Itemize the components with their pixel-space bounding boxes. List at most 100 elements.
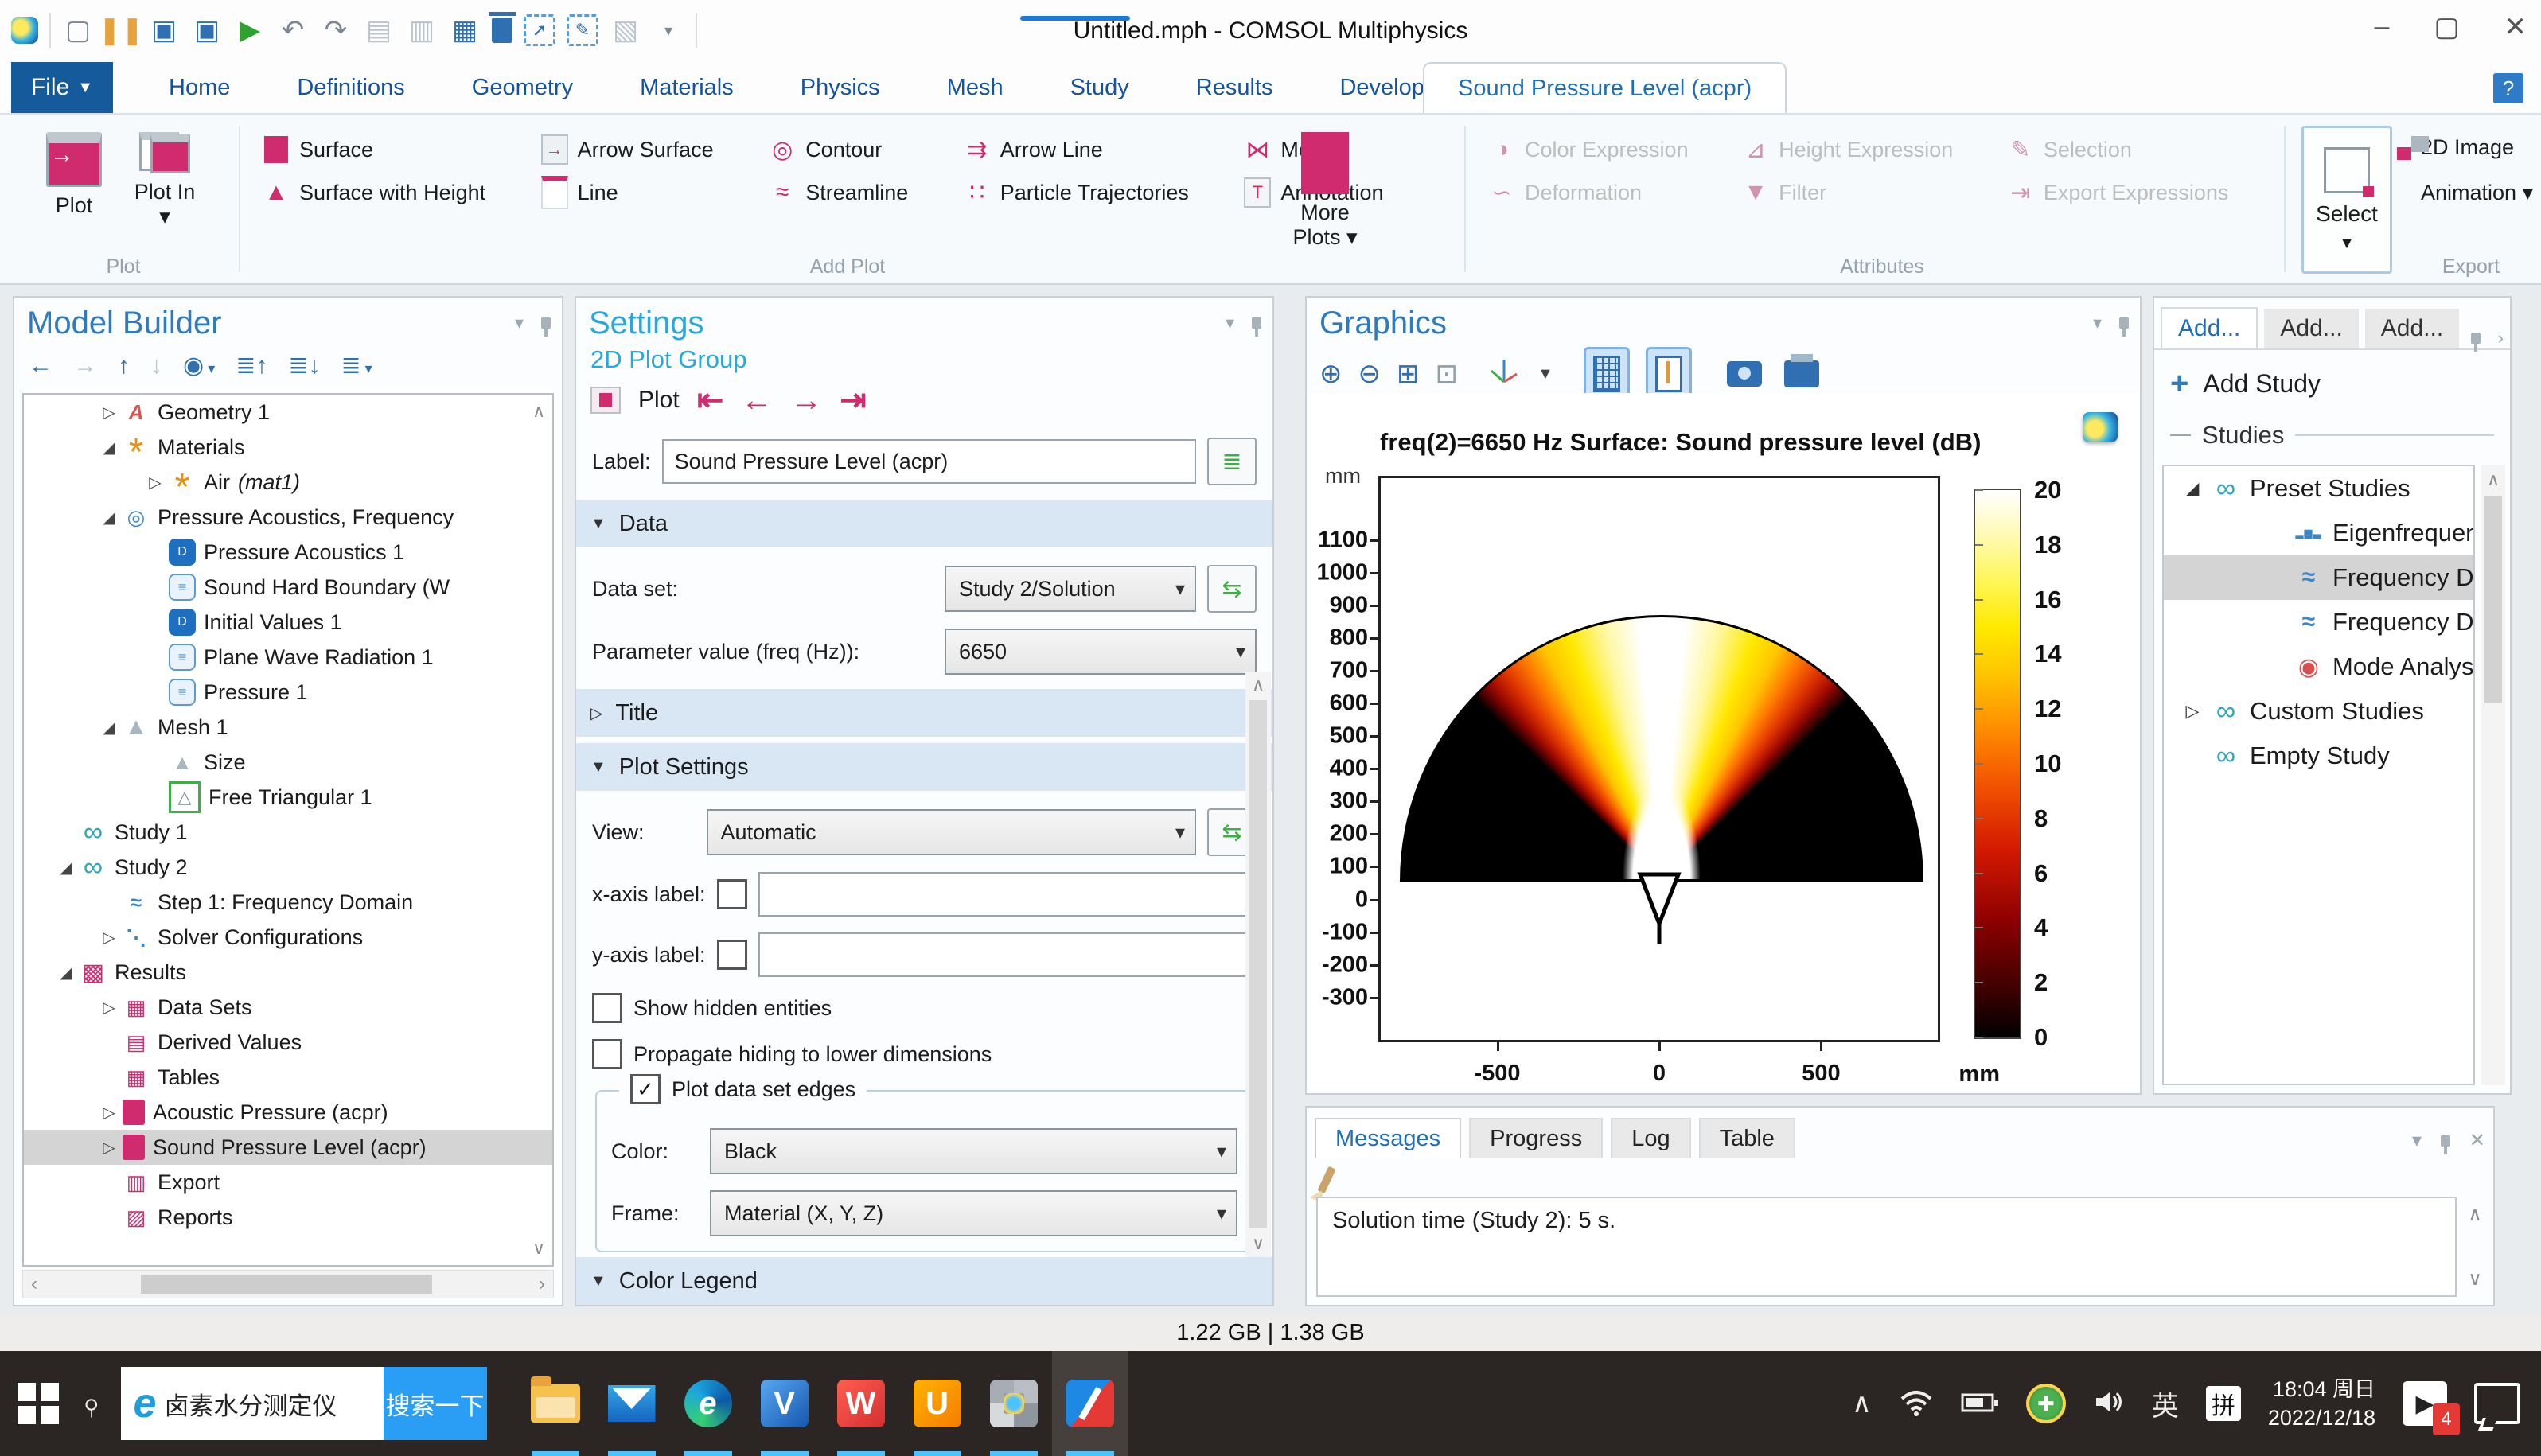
param-select[interactable]: 6650: [945, 629, 1257, 675]
scroll-right-icon[interactable]: ›: [531, 1273, 553, 1295]
more-tabs-icon[interactable]: ›: [2498, 328, 2504, 348]
tree-item[interactable]: ▷ Geometry 1: [24, 395, 552, 430]
tree-item[interactable]: ▷ Solver Configurations: [24, 920, 552, 955]
zoom-out-icon[interactable]: ⊖: [1358, 358, 1382, 390]
ribbon-tab[interactable]: Materials: [606, 62, 767, 113]
ime-mode[interactable]: 拼: [2206, 1386, 2241, 1421]
clear-messages-icon[interactable]: [1317, 1166, 1335, 1193]
tree-item[interactable]: Tables: [24, 1060, 552, 1095]
export-animation[interactable]: Animation ▾: [2411, 181, 2531, 205]
section-color-legend[interactable]: ▼Color Legend: [576, 1257, 1272, 1305]
tree-expander[interactable]: ◢: [97, 438, 121, 457]
model-tree-node-icon[interactable]: ≣ ▾: [341, 352, 372, 380]
tree-expander[interactable]: ◢: [54, 858, 78, 878]
search-go-button[interactable]: 搜索一下: [384, 1367, 487, 1440]
panel-scrollbar[interactable]: ∧: [2481, 465, 2505, 1085]
tree-item[interactable]: Step 1: Frequency Domain: [24, 885, 552, 920]
action-center-icon[interactable]: [2474, 1383, 2520, 1424]
app-wps[interactable]: W: [823, 1351, 899, 1456]
tree-item[interactable]: Export: [24, 1165, 552, 1200]
panel-menu-icon[interactable]: ▾: [515, 313, 524, 333]
taskbar-search-icon[interactable]: ⌕: [70, 1383, 111, 1423]
ribbon-tab[interactable]: Physics: [767, 62, 914, 113]
tree-item[interactable]: Derived Values: [24, 1025, 552, 1060]
scroll-up-icon[interactable]: ∧: [532, 401, 545, 422]
axis-orientation-icon[interactable]: [1487, 355, 1522, 394]
pin-icon[interactable]: [2119, 317, 2129, 329]
tree-expander[interactable]: ▷: [97, 998, 121, 1018]
select-button[interactable]: Select▼: [2301, 126, 2392, 274]
app-file-explorer[interactable]: [517, 1351, 594, 1456]
zoom-box-icon[interactable]: ⊞: [1397, 358, 1420, 390]
section-data[interactable]: ▼Data: [576, 500, 1272, 547]
scroll-up-icon[interactable]: ∧: [2487, 469, 2500, 490]
tree-item[interactable]: Reports: [24, 1200, 552, 1235]
app-comsol-active[interactable]: [1052, 1351, 1128, 1456]
taskbar-search-box[interactable]: e 卤素水分测定仪 搜索一下: [121, 1367, 487, 1440]
add-plot-item[interactable]: Line: [541, 179, 763, 206]
move-down-icon[interactable]: ↓: [150, 352, 162, 380]
panel-tab[interactable]: Add...: [2264, 309, 2358, 348]
tree-item[interactable]: ▷ Sound Pressure Level (acpr): [24, 1130, 552, 1165]
tree-expander[interactable]: ▷: [97, 1103, 121, 1123]
file-menu-button[interactable]: File▼: [11, 62, 113, 113]
panel-tab[interactable]: Add...: [2161, 307, 2258, 348]
previous-solution-icon[interactable]: ←: [741, 383, 773, 419]
ribbon-tab-active[interactable]: Sound Pressure Level (acpr): [1423, 62, 1787, 113]
dataset-select[interactable]: Study 2/Solution: [945, 566, 1196, 612]
app-edge[interactable]: e: [670, 1351, 746, 1456]
study-item[interactable]: ▷ Custom Studies: [2164, 689, 2473, 734]
ribbon-tab[interactable]: Geometry: [438, 62, 606, 113]
xaxis-input[interactable]: [758, 872, 1257, 917]
section-plot-settings[interactable]: ▼Plot Settings: [576, 743, 1272, 791]
goto-source-button[interactable]: ⇆: [1207, 565, 1257, 613]
tree-item[interactable]: ◢ Mesh 1: [24, 710, 552, 745]
scrollbar-thumb[interactable]: [141, 1275, 432, 1294]
plot-in-button[interactable]: Plot In ▾: [129, 132, 201, 229]
add-study-action[interactable]: + Add Study: [2154, 350, 2510, 410]
more-plots-button[interactable]: More Plots ▾: [1281, 132, 1369, 250]
collapse-icon[interactable]: ≣↑: [236, 352, 267, 380]
close-panel-icon[interactable]: ✕: [2469, 1129, 2485, 1152]
messages-tab[interactable]: Progress: [1469, 1118, 1603, 1158]
axis-dropdown-icon[interactable]: ▼: [1537, 365, 1553, 383]
rename-button[interactable]: ≣: [1207, 438, 1257, 485]
study-item[interactable]: ◢ Preset Studies: [2164, 466, 2473, 511]
scroll-down-icon[interactable]: ∨: [532, 1238, 545, 1259]
ime-language[interactable]: 英: [2152, 1384, 2179, 1423]
ribbon-tab[interactable]: Home: [135, 62, 263, 113]
add-plot-item[interactable]: ∷ Particle Trajectories: [964, 179, 1238, 206]
study-item[interactable]: Frequency Domain: [2164, 600, 2473, 644]
study-item[interactable]: Mode Analysis: [2164, 644, 2473, 689]
add-plot-item[interactable]: ▲ Surface with Height: [263, 179, 535, 206]
add-plot-item[interactable]: ◎ Contour: [769, 136, 957, 163]
add-plot-item[interactable]: Surface: [263, 136, 535, 163]
tree-item[interactable]: ▷ Air (mat1): [24, 465, 552, 500]
wifi-icon[interactable]: [1899, 1388, 1934, 1420]
messages-log[interactable]: Solution time (Study 2): 5 s.: [1316, 1197, 2457, 1297]
add-plot-item[interactable]: ≈ Streamline: [769, 179, 957, 206]
tree-item[interactable]: Pressure Acoustics 1: [24, 535, 552, 570]
scroll-down-icon[interactable]: ∨: [1252, 1233, 1265, 1254]
study-item[interactable]: Frequency Domain: [2164, 555, 2473, 600]
add-plot-item[interactable]: → Arrow Surface: [541, 136, 763, 163]
scroll-up-icon[interactable]: ∧: [2468, 1203, 2482, 1226]
scroll-up-icon[interactable]: ∧: [1252, 675, 1265, 695]
settings-scrollbar[interactable]: ∧∨: [1245, 672, 1271, 1257]
tree-expander[interactable]: ▷: [97, 1138, 121, 1158]
snapshot-icon[interactable]: [1727, 361, 1762, 387]
print-icon[interactable]: [1784, 360, 1819, 387]
app-office-v[interactable]: V: [746, 1351, 823, 1456]
tree-expander[interactable]: ▷: [97, 928, 121, 948]
tree-item[interactable]: Sound Hard Boundary (W: [24, 570, 552, 605]
pin-icon[interactable]: [1252, 317, 1261, 329]
pin-icon[interactable]: [2471, 333, 2481, 344]
tree-item[interactable]: Plane Wave Radiation 1: [24, 640, 552, 675]
scroll-down-icon[interactable]: ∨: [2468, 1267, 2482, 1291]
yaxis-checkbox[interactable]: [717, 940, 747, 970]
messages-tab[interactable]: Log: [1611, 1118, 1690, 1158]
pin-icon[interactable]: [2441, 1135, 2450, 1147]
label-input[interactable]: Sound Pressure Level (acpr): [662, 439, 1196, 484]
yaxis-input[interactable]: [758, 932, 1257, 977]
messages-tab[interactable]: Messages: [1315, 1118, 1461, 1158]
